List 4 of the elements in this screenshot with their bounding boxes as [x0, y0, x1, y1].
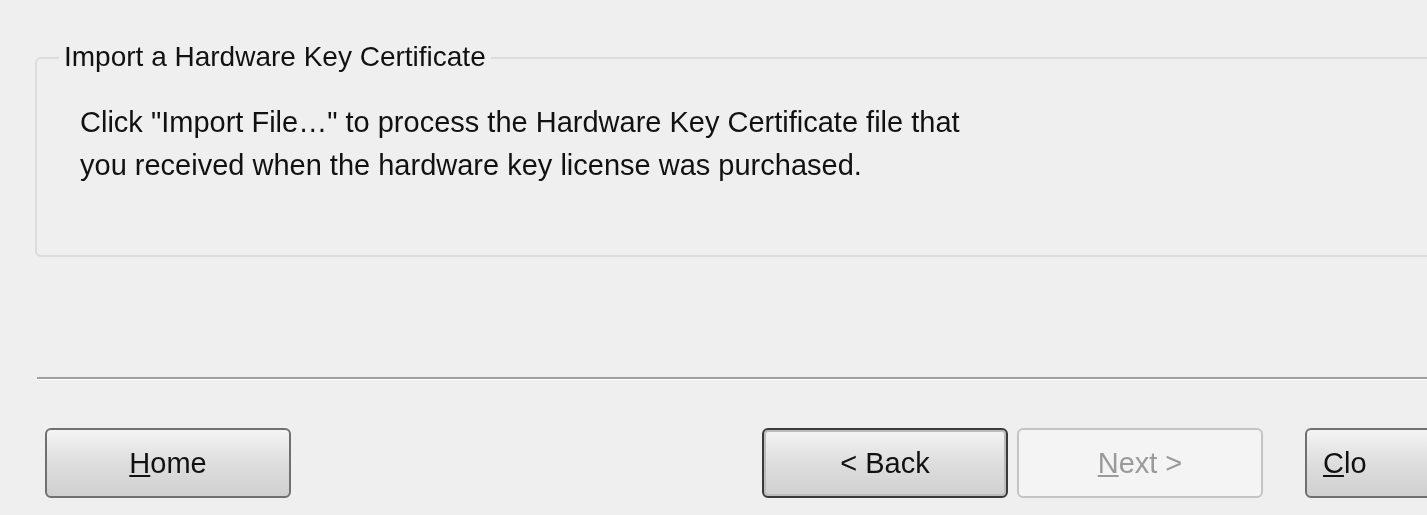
instruction-text: Click "Import File…" to process the Hardware Key Certificate file that you received when the hardware key license was purchased. [80, 105, 960, 183]
dialog-button[interactable]: < Back [762, 428, 1008, 498]
dialog-button[interactable]: Clo [1305, 428, 1427, 498]
dialog-button[interactable]: Home [45, 428, 291, 498]
